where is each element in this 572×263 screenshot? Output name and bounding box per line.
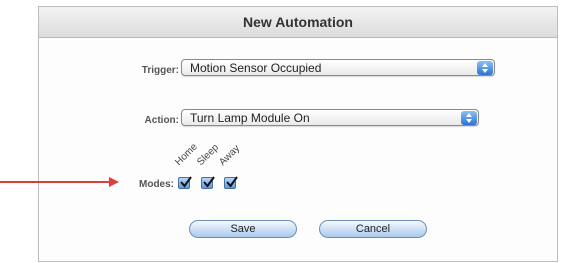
action-popup[interactable]: Turn Lamp Module On (181, 109, 479, 126)
action-value: Turn Lamp Module On (190, 110, 310, 125)
checkmark-icon (203, 176, 215, 188)
mode-header-home: Home (173, 141, 200, 168)
trigger-popup[interactable]: Motion Sensor Occupied (181, 59, 495, 76)
popup-stepper-icon (477, 60, 493, 75)
cancel-button[interactable]: Cancel (319, 220, 427, 238)
automation-dialog: New Automation Trigger: Motion Sensor Oc… (38, 6, 558, 262)
trigger-value: Motion Sensor Occupied (190, 60, 322, 75)
mode-checkbox-away[interactable] (224, 176, 238, 189)
mode-checkbox-sleep[interactable] (201, 176, 215, 189)
popup-stepper-icon (461, 110, 477, 125)
mode-header-sleep: Sleep (195, 142, 222, 168)
arrow-shaft (0, 181, 112, 183)
mode-header-away: Away (217, 143, 243, 168)
trigger-label: Trigger: (141, 65, 179, 76)
checkmark-icon (180, 176, 192, 188)
dialog-title: New Automation (39, 7, 557, 38)
checkmark-icon (226, 176, 238, 188)
mode-checkbox-home[interactable] (178, 176, 192, 189)
save-button[interactable]: Save (189, 220, 297, 238)
arrow-head (109, 177, 119, 187)
action-label: Action: (144, 115, 179, 126)
